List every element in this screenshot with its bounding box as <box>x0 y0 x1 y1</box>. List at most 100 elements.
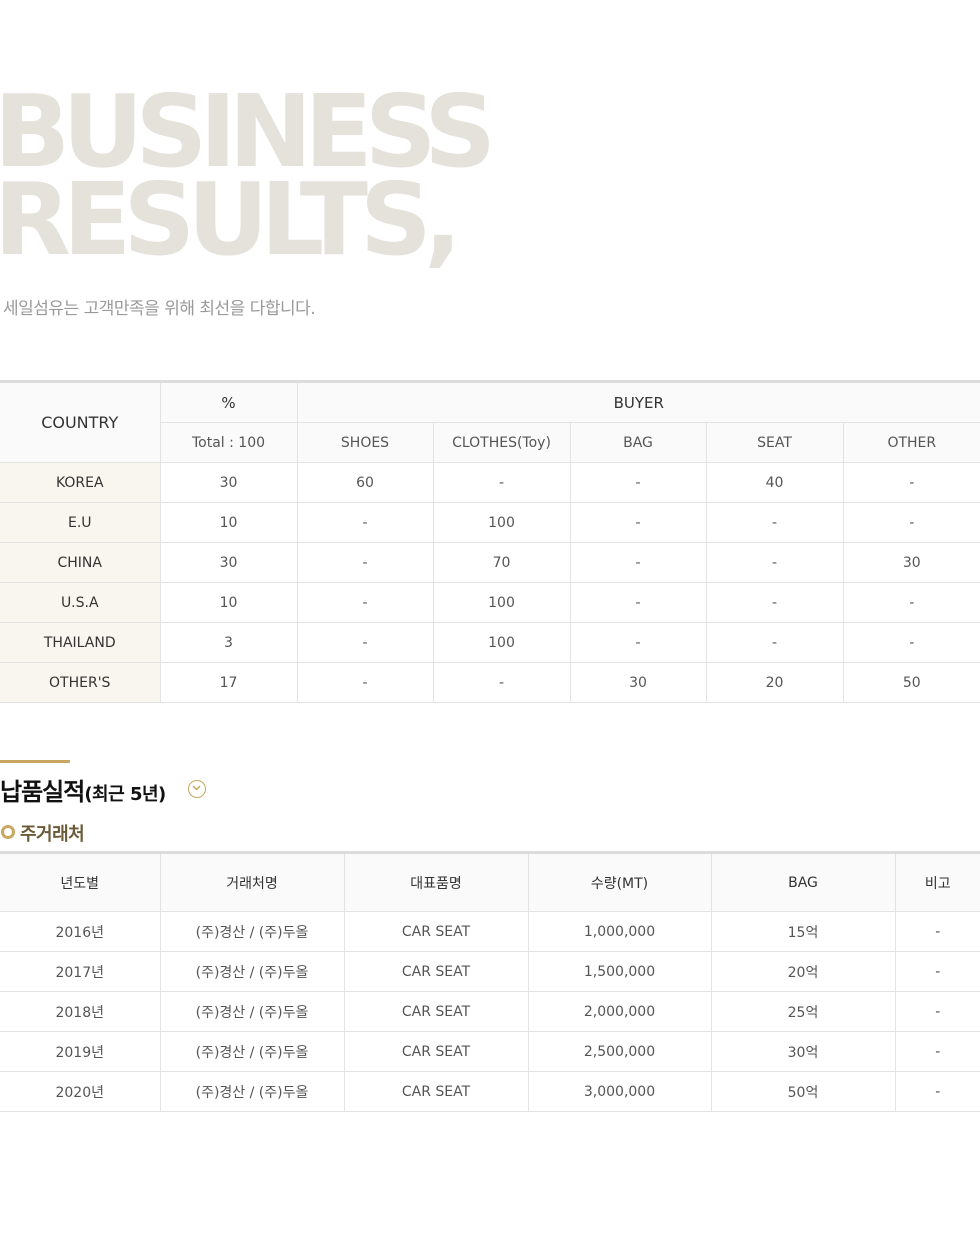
other-cell: - <box>843 622 980 663</box>
seat-cell: - <box>706 502 844 543</box>
note-cell: - <box>895 991 980 1032</box>
product-cell: CAR SEAT <box>344 951 529 992</box>
quantity-cell: 2,500,000 <box>528 1031 712 1072</box>
bag-cell: - <box>570 622 707 663</box>
section-title: 납품실적(최근 5년) <box>0 772 166 807</box>
client-cell: (주)경산 / (주)두올 <box>160 1031 345 1072</box>
percent-cell: 30 <box>160 542 298 583</box>
country-cell: OTHER'S <box>0 662 161 703</box>
other-cell: - <box>843 582 980 623</box>
hero-subtitle: 세일섬유는 고객만족을 위해 최선을 다합니다. <box>3 299 316 319</box>
buyer-col-seat: SEAT <box>706 422 844 463</box>
table-row: KOREA 30 60 - - 40 - <box>0 462 980 503</box>
bag-cell: - <box>570 462 707 503</box>
col-client: 거래처명 <box>160 852 345 912</box>
clothes-cell: 70 <box>433 542 571 583</box>
ring-bullet-icon <box>1 825 15 839</box>
bag-cell: 20억 <box>711 951 896 992</box>
table-row: OTHER'S 17 - - 30 20 50 <box>0 662 980 703</box>
quantity-cell: 1,500,000 <box>528 951 712 992</box>
country-cell: E.U <box>0 502 161 543</box>
delivery-table: 년도별 거래처명 대표품명 수량(MT) BAG 비고 2016년 (주)경산 … <box>0 851 980 1112</box>
country-cell: THAILAND <box>0 622 161 663</box>
percent-cell: 30 <box>160 462 298 503</box>
seat-cell: - <box>706 622 844 663</box>
bag-cell: - <box>570 502 707 543</box>
year-cell: 2018년 <box>0 991 161 1032</box>
buyer-col-shoes: SHOES <box>297 422 434 463</box>
table-row: THAILAND 3 - 100 - - - <box>0 622 980 663</box>
bag-cell: - <box>570 542 707 583</box>
bag-cell: 30 <box>570 662 707 703</box>
note-cell: - <box>895 1071 980 1112</box>
seat-cell: - <box>706 542 844 583</box>
other-cell: - <box>843 502 980 543</box>
client-cell: (주)경산 / (주)두올 <box>160 991 345 1032</box>
percent-header: % <box>160 381 298 423</box>
section-title-main: 납품실적 <box>0 778 85 806</box>
shoes-cell: 60 <box>297 462 434 503</box>
other-cell: 30 <box>843 542 980 583</box>
year-cell: 2019년 <box>0 1031 161 1072</box>
year-cell: 2017년 <box>0 951 161 992</box>
sub-heading: 주거래처 <box>20 824 85 845</box>
section-title-suffix: (최근 5년) <box>84 784 166 805</box>
col-bag: BAG <box>711 852 896 912</box>
seat-cell: 20 <box>706 662 844 703</box>
buyer-header: BUYER <box>297 381 980 423</box>
product-cell: CAR SEAT <box>344 1071 529 1112</box>
table-row: 2019년 (주)경산 / (주)두올 CAR SEAT 2,500,000 3… <box>0 1031 980 1072</box>
hero-title-line-2: RESULTS, <box>0 161 462 278</box>
shoes-cell: - <box>297 582 434 623</box>
section-accent-bar <box>0 760 70 763</box>
buyer-col-other: OTHER <box>843 422 980 463</box>
note-cell: - <box>895 911 980 952</box>
product-cell: CAR SEAT <box>344 1031 529 1072</box>
shoes-cell: - <box>297 662 434 703</box>
bag-cell: 30억 <box>711 1031 896 1072</box>
table-row: E.U 10 - 100 - - - <box>0 502 980 543</box>
percent-cell: 10 <box>160 502 298 543</box>
table-row: 2020년 (주)경산 / (주)두올 CAR SEAT 3,000,000 5… <box>0 1071 980 1112</box>
product-cell: CAR SEAT <box>344 991 529 1032</box>
seat-cell: 40 <box>706 462 844 503</box>
table-row: U.S.A 10 - 100 - - - <box>0 582 980 623</box>
other-cell: 50 <box>843 662 980 703</box>
clothes-cell: - <box>433 662 571 703</box>
clothes-cell: 100 <box>433 622 571 663</box>
shoes-cell: - <box>297 542 434 583</box>
table-row: CHINA 30 - 70 - - 30 <box>0 542 980 583</box>
bag-cell: - <box>570 582 707 623</box>
country-cell: U.S.A <box>0 582 161 623</box>
country-cell: KOREA <box>0 462 161 503</box>
note-cell: - <box>895 1031 980 1072</box>
business-results-table: COUNTRY % BUYER Total : 100 SHOES CLOTHE… <box>0 380 980 703</box>
quantity-cell: 3,000,000 <box>528 1071 712 1112</box>
bag-cell: 25억 <box>711 991 896 1032</box>
client-cell: (주)경산 / (주)두올 <box>160 951 345 992</box>
quantity-cell: 2,000,000 <box>528 991 712 1032</box>
col-note: 비고 <box>895 852 980 912</box>
year-cell: 2016년 <box>0 911 161 952</box>
chevron-down-circle-icon[interactable] <box>188 780 206 798</box>
bag-cell: 50억 <box>711 1071 896 1112</box>
clothes-cell: - <box>433 462 571 503</box>
shoes-cell: - <box>297 502 434 543</box>
col-quantity: 수량(MT) <box>528 852 712 912</box>
col-year: 년도별 <box>0 852 161 912</box>
year-cell: 2020년 <box>0 1071 161 1112</box>
quantity-cell: 1,000,000 <box>528 911 712 952</box>
percent-cell: 17 <box>160 662 298 703</box>
bag-cell: 15억 <box>711 911 896 952</box>
product-cell: CAR SEAT <box>344 911 529 952</box>
buyer-col-bag: BAG <box>570 422 707 463</box>
hero-title: BUSINESS RESULTS, <box>0 82 496 278</box>
col-product: 대표품명 <box>344 852 529 912</box>
percent-cell: 3 <box>160 622 298 663</box>
shoes-cell: - <box>297 622 434 663</box>
table-row: 2017년 (주)경산 / (주)두올 CAR SEAT 1,500,000 2… <box>0 951 980 992</box>
client-cell: (주)경산 / (주)두올 <box>160 911 345 952</box>
country-cell: CHINA <box>0 542 161 583</box>
table-row: 2018년 (주)경산 / (주)두올 CAR SEAT 2,000,000 2… <box>0 991 980 1032</box>
other-cell: - <box>843 462 980 503</box>
